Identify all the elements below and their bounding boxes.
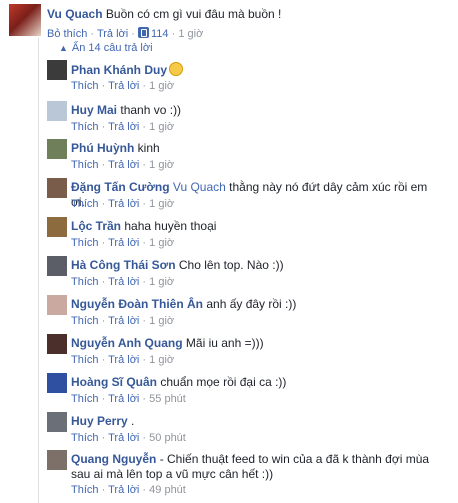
emoji-icon: [169, 62, 184, 76]
reply-time[interactable]: 1 giờ: [149, 159, 174, 171]
reply-button[interactable]: Trả lời: [108, 80, 139, 92]
reply-text: anh ấy đây rồi :)): [206, 297, 297, 311]
reply-body: Phú Huỳnh kinh: [71, 141, 443, 156]
like-button[interactable]: Thích: [71, 484, 99, 496]
reply-author[interactable]: Huy Mai: [71, 103, 117, 117]
reply-author[interactable]: Nguyễn Anh Quang: [71, 336, 183, 350]
like-icon: [138, 27, 149, 38]
caret-up-icon: ▲: [59, 43, 68, 53]
reply-time[interactable]: 55 phút: [149, 393, 186, 405]
avatar[interactable]: [9, 4, 41, 36]
like-button[interactable]: Thích: [71, 354, 99, 366]
reply-body: Huy Mai thanh vo :)): [71, 103, 443, 118]
reply-actions: Thích · Trả lời · 55 phút: [71, 393, 186, 405]
hide-replies-link[interactable]: ▲ Ẩn 14 câu trả lời: [59, 42, 153, 54]
avatar[interactable]: [47, 256, 67, 276]
reply-button[interactable]: Trả lời: [108, 276, 139, 288]
like-button[interactable]: Thích: [71, 121, 99, 133]
reply-button[interactable]: Trả lời: [108, 432, 139, 444]
reply-button[interactable]: Trả lời: [108, 198, 139, 210]
reply-body: Lộc Trần haha huyền thoại: [71, 219, 443, 234]
reply-button[interactable]: Trả lời: [108, 121, 139, 133]
like-button[interactable]: Thích: [71, 237, 99, 249]
avatar[interactable]: [47, 450, 67, 470]
like-button[interactable]: Thích: [71, 159, 99, 171]
reply-author[interactable]: Hoàng Sĩ Quân: [71, 375, 157, 389]
reply-text: Mãi iu anh =))): [185, 336, 264, 350]
reply-time[interactable]: 1 giờ: [149, 237, 174, 249]
reply-actions: Thích · Trả lời · 1 giờ: [71, 121, 175, 133]
reply-body: Phan Khánh Duy: [71, 62, 443, 78]
avatar[interactable]: [47, 412, 67, 432]
comment-text: Buồn có cm gì vui đâu mà buồn !: [105, 7, 282, 21]
reply-button[interactable]: Trả lời: [108, 354, 139, 366]
like-button[interactable]: Thích: [71, 432, 99, 444]
reply-body: Huy Perry .: [71, 414, 443, 429]
reply-actions: Thích · Trả lời · 1 giờ: [71, 159, 175, 171]
avatar[interactable]: [47, 60, 67, 80]
reply-time[interactable]: 50 phút: [149, 432, 186, 444]
reply-actions: Thích · Trả lời · 50 phút: [71, 432, 186, 444]
reply-author[interactable]: Hà Công Thái Sơn: [71, 258, 176, 272]
reply-button[interactable]: Trả lời: [108, 159, 139, 171]
comment-thread: Vu Quach Buồn có cm gì vui đâu mà buồn !…: [0, 0, 458, 503]
avatar[interactable]: [47, 178, 67, 198]
reply-actions: Thích · Trả lời · 1 giờ: [71, 237, 175, 249]
avatar[interactable]: [47, 139, 67, 159]
reply-actions: Thích · Trả lời · 1 giờ: [71, 276, 175, 288]
reply-author[interactable]: Quang Nguyễn: [71, 452, 156, 466]
reply-actions: Thích · Trả lời · 1 giờ: [71, 315, 175, 327]
reply-text: kinh: [137, 141, 160, 155]
reply-time[interactable]: 1 giờ: [149, 354, 174, 366]
reply-text: chuẩn mọe rồi đại ca :)): [160, 375, 287, 389]
top-comment-body: Vu Quach Buồn có cm gì vui đâu mà buồn !…: [47, 7, 447, 40]
reply-actions: Thích · Trả lời · 1 giờ: [71, 198, 175, 210]
avatar[interactable]: [47, 101, 67, 121]
reply-author[interactable]: Phan Khánh Duy: [71, 63, 167, 77]
reply-actions: Thích · Trả lời · 49 phút: [71, 484, 186, 496]
reply-time[interactable]: 49 phút: [149, 484, 186, 496]
reply-button[interactable]: Trả lời: [108, 315, 139, 327]
reply-button[interactable]: Trả lời: [108, 484, 139, 496]
reply-time[interactable]: 1 giờ: [149, 80, 174, 92]
reply-button[interactable]: Trả lời: [108, 393, 139, 405]
reply-actions: Thích · Trả lời · 1 giờ: [71, 354, 175, 366]
reply-author[interactable]: Lộc Trần: [71, 219, 121, 233]
reply-text: haha huyền thoại: [124, 219, 217, 233]
comment-author[interactable]: Vu Quach: [47, 7, 103, 21]
reply-body: Nguyễn Anh Quang Mãi iu anh =))): [71, 336, 443, 351]
avatar[interactable]: [47, 334, 67, 354]
reply-time[interactable]: 1 giờ: [149, 198, 174, 210]
like-button[interactable]: Thích: [71, 198, 99, 210]
avatar[interactable]: [47, 217, 67, 237]
reply-time[interactable]: 1 giờ: [149, 315, 174, 327]
reply-body: Hà Công Thái Sơn Cho lên top. Nào :)): [71, 258, 443, 273]
like-button[interactable]: Thích: [71, 276, 99, 288]
reply-text: thanh vo :)): [120, 103, 182, 117]
mention-link[interactable]: Vu Quach: [173, 180, 226, 194]
reply-time[interactable]: 1 giờ: [149, 276, 174, 288]
reply-author[interactable]: Phú Huỳnh: [71, 141, 134, 155]
avatar[interactable]: [47, 295, 67, 315]
reply-button[interactable]: Trả lời: [108, 237, 139, 249]
reply-author[interactable]: Huy Perry: [71, 414, 128, 428]
reply-text: Cho lên top. Nào :)): [178, 258, 284, 272]
reply-author[interactable]: Nguyễn Đoàn Thiên Ân: [71, 297, 203, 311]
like-button[interactable]: Thích: [71, 80, 99, 92]
reply-body: Hoàng Sĩ Quân chuẩn mọe rồi đại ca :)): [71, 375, 443, 390]
avatar[interactable]: [47, 373, 67, 393]
replies-list: ▲ Ẩn 14 câu trả lời Phan Khánh Duy Thích ·…: [38, 38, 451, 503]
reply-body: Nguyễn Đoàn Thiên Ân anh ấy đây rồi :)): [71, 297, 443, 312]
like-button[interactable]: Thích: [71, 393, 99, 405]
like-button[interactable]: Thích: [71, 315, 99, 327]
reply-author[interactable]: Đặng Tấn Cường: [71, 180, 170, 194]
reply-text: .: [131, 414, 135, 428]
reply-actions: Thích · Trả lời · 1 giờ: [71, 80, 175, 92]
reply-body: Quang Nguyễn - Chiến thuật feed to win c…: [71, 452, 443, 482]
reply-time[interactable]: 1 giờ: [149, 121, 174, 133]
